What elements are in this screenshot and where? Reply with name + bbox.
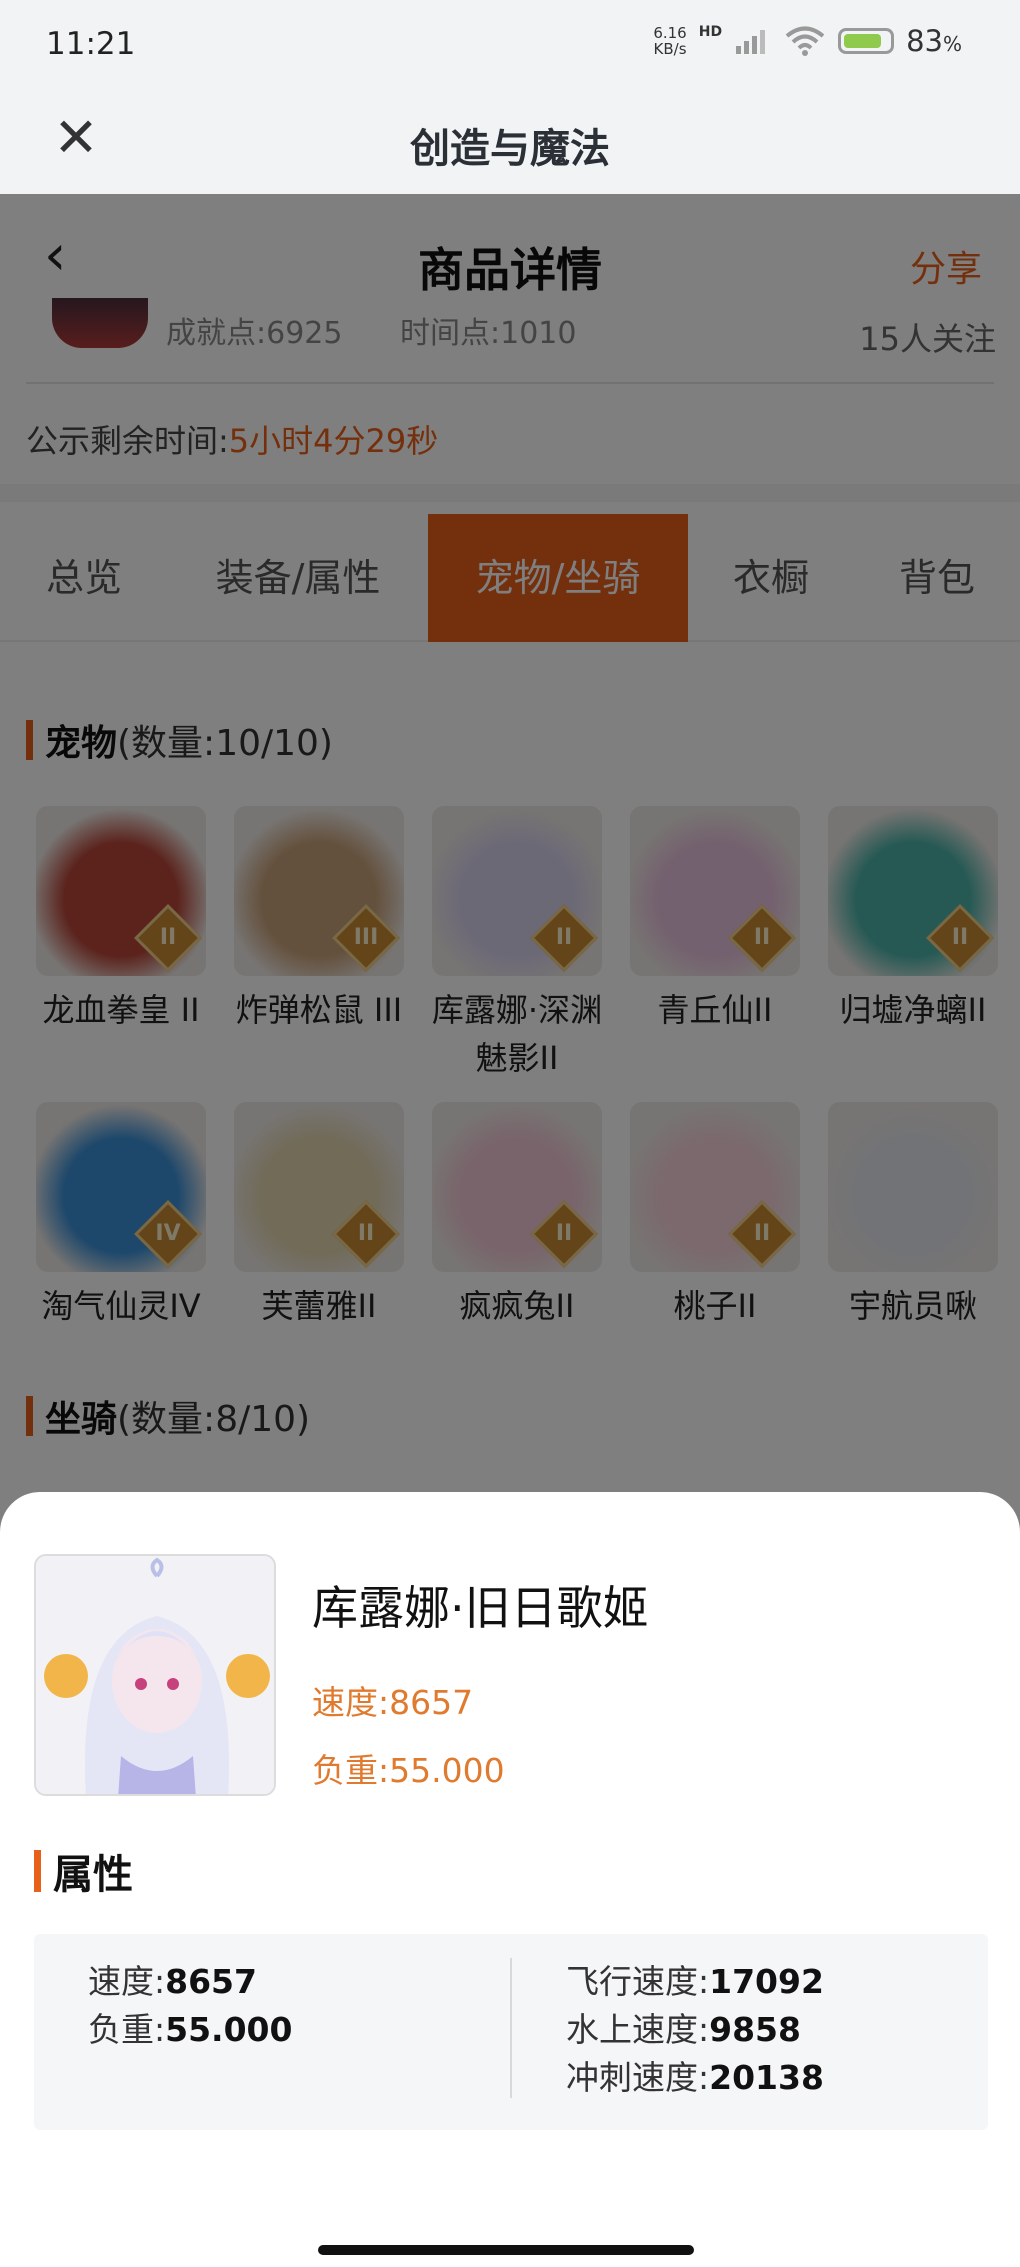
network-speed-value: 6.16 — [653, 24, 687, 42]
pet-portrait-image — [36, 1556, 274, 1794]
battery-icon — [838, 28, 895, 54]
attributes-title: 属性 — [34, 1842, 133, 1900]
status-bar: 11:21 6.16 KB/s HD 83% — [0, 0, 1020, 92]
network-speed: 6.16 KB/s — [653, 25, 686, 57]
attributes-right: 飞行速度:17092 水上速度:9858 冲刺速度:20138 — [566, 1958, 824, 2102]
signal-icon — [736, 30, 766, 54]
battery-fill — [844, 34, 882, 48]
pet-portrait — [34, 1554, 276, 1796]
attr-speed: 速度:8657 — [88, 1962, 257, 2001]
hd-label: HD — [698, 24, 723, 40]
status-time: 11:21 — [46, 26, 136, 62]
attr-load: 负重:55.000 — [88, 2010, 293, 2049]
attributes-divider — [510, 1958, 512, 2098]
attr-fly-speed: 飞行速度:17092 — [566, 1962, 824, 2001]
attr-sprint-speed: 冲刺速度:20138 — [566, 2058, 824, 2097]
app-bar: ✕ 创造与魔法 — [0, 92, 1020, 194]
app-title: 创造与魔法 — [410, 126, 610, 172]
attributes-panel: 速度:8657 负重:55.000 飞行速度:17092 水上速度:9858 冲… — [34, 1934, 988, 2130]
attributes-left: 速度:8657 负重:55.000 — [88, 1958, 292, 2054]
status-icons: 6.16 KB/s HD 83% — [653, 24, 962, 58]
pet-detail-sheet: 库露娜·旧日歌姬 速度:8657 负重:55.000 属性 速度:8657 负重… — [0, 1492, 1020, 2267]
home-indicator[interactable] — [318, 2245, 694, 2255]
battery-percent: 83% — [906, 24, 962, 58]
attr-water-speed: 水上速度:9858 — [566, 2010, 801, 2049]
attributes-label: 属性 — [53, 1852, 133, 1898]
wifi-icon — [785, 26, 825, 56]
pet-speed: 速度:8657 — [312, 1683, 474, 1722]
pet-name: 库露娜·旧日歌姬 — [312, 1581, 649, 1635]
pet-load: 负重:55.000 — [312, 1751, 505, 1790]
section-marker — [34, 1850, 41, 1892]
network-speed-unit: KB/s — [653, 40, 687, 58]
